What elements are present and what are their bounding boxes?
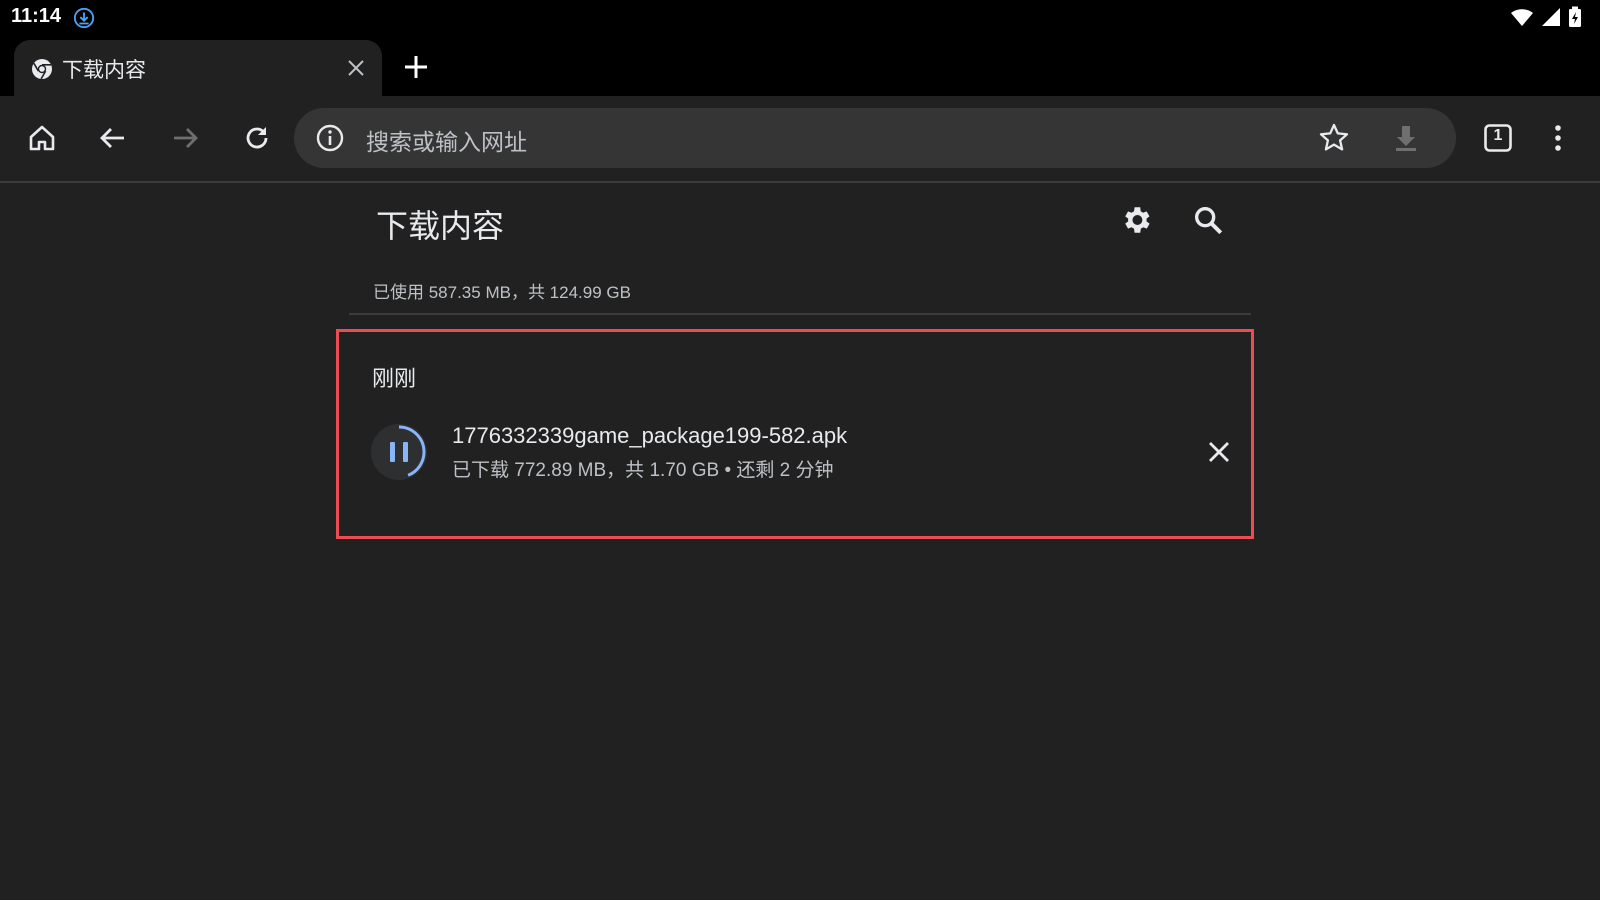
reload-icon[interactable] (241, 122, 273, 154)
downloads-page: 下载内容 已使用 587.35 MB，共 124.99 GB 刚刚 177633… (0, 183, 1600, 900)
cancel-download-icon[interactable] (1204, 437, 1234, 467)
status-bar: 11:14 (0, 0, 1600, 38)
settings-gear-icon[interactable] (1119, 203, 1153, 237)
address-input-placeholder[interactable]: 搜索或输入网址 (366, 123, 527, 157)
home-icon[interactable] (26, 122, 58, 154)
page-title: 下载内容 (376, 207, 505, 245)
browser-toolbar: 搜索或输入网址 1 (0, 96, 1600, 183)
close-tab-icon[interactable] (344, 56, 368, 80)
address-bar[interactable]: 搜索或输入网址 (294, 108, 1456, 168)
divider (349, 313, 1251, 315)
download-file-name[interactable]: 1776332339game_package199-582.apk (452, 423, 847, 449)
tab-count: 1 (1493, 127, 1503, 144)
download-notification-icon (73, 7, 95, 29)
tab-title: 下载内容 (62, 58, 146, 82)
chrome-icon (32, 59, 52, 80)
download-page-icon[interactable] (1390, 122, 1422, 154)
download-status: 已下载 772.89 MB，共 1.70 GB • 还剩 2 分钟 (452, 460, 834, 481)
forward-icon[interactable] (169, 122, 201, 154)
battery-icon (1569, 6, 1581, 27)
status-indicators (1510, 6, 1582, 28)
status-time: 11:14 (11, 5, 62, 27)
download-item[interactable]: 1776332339game_package199-582.apk 已下载 77… (370, 423, 1230, 493)
date-section-label: 刚刚 (372, 367, 417, 392)
tab-switcher-button[interactable]: 1 (1482, 122, 1514, 154)
pause-icon (390, 442, 395, 462)
storage-summary: 已使用 587.35 MB，共 124.99 GB (373, 283, 631, 302)
signal-icon (1542, 8, 1560, 26)
back-icon[interactable] (97, 122, 129, 154)
wifi-icon (1511, 9, 1533, 26)
info-icon[interactable] (314, 122, 346, 154)
pause-progress-button[interactable] (370, 423, 428, 481)
new-tab-icon[interactable] (401, 52, 431, 82)
tab-strip: 下载内容 (0, 38, 1600, 98)
search-icon[interactable] (1191, 203, 1225, 237)
more-options-icon[interactable] (1542, 122, 1574, 154)
tab-downloads[interactable]: 下载内容 (14, 40, 382, 98)
bookmark-star-icon[interactable] (1318, 122, 1350, 154)
